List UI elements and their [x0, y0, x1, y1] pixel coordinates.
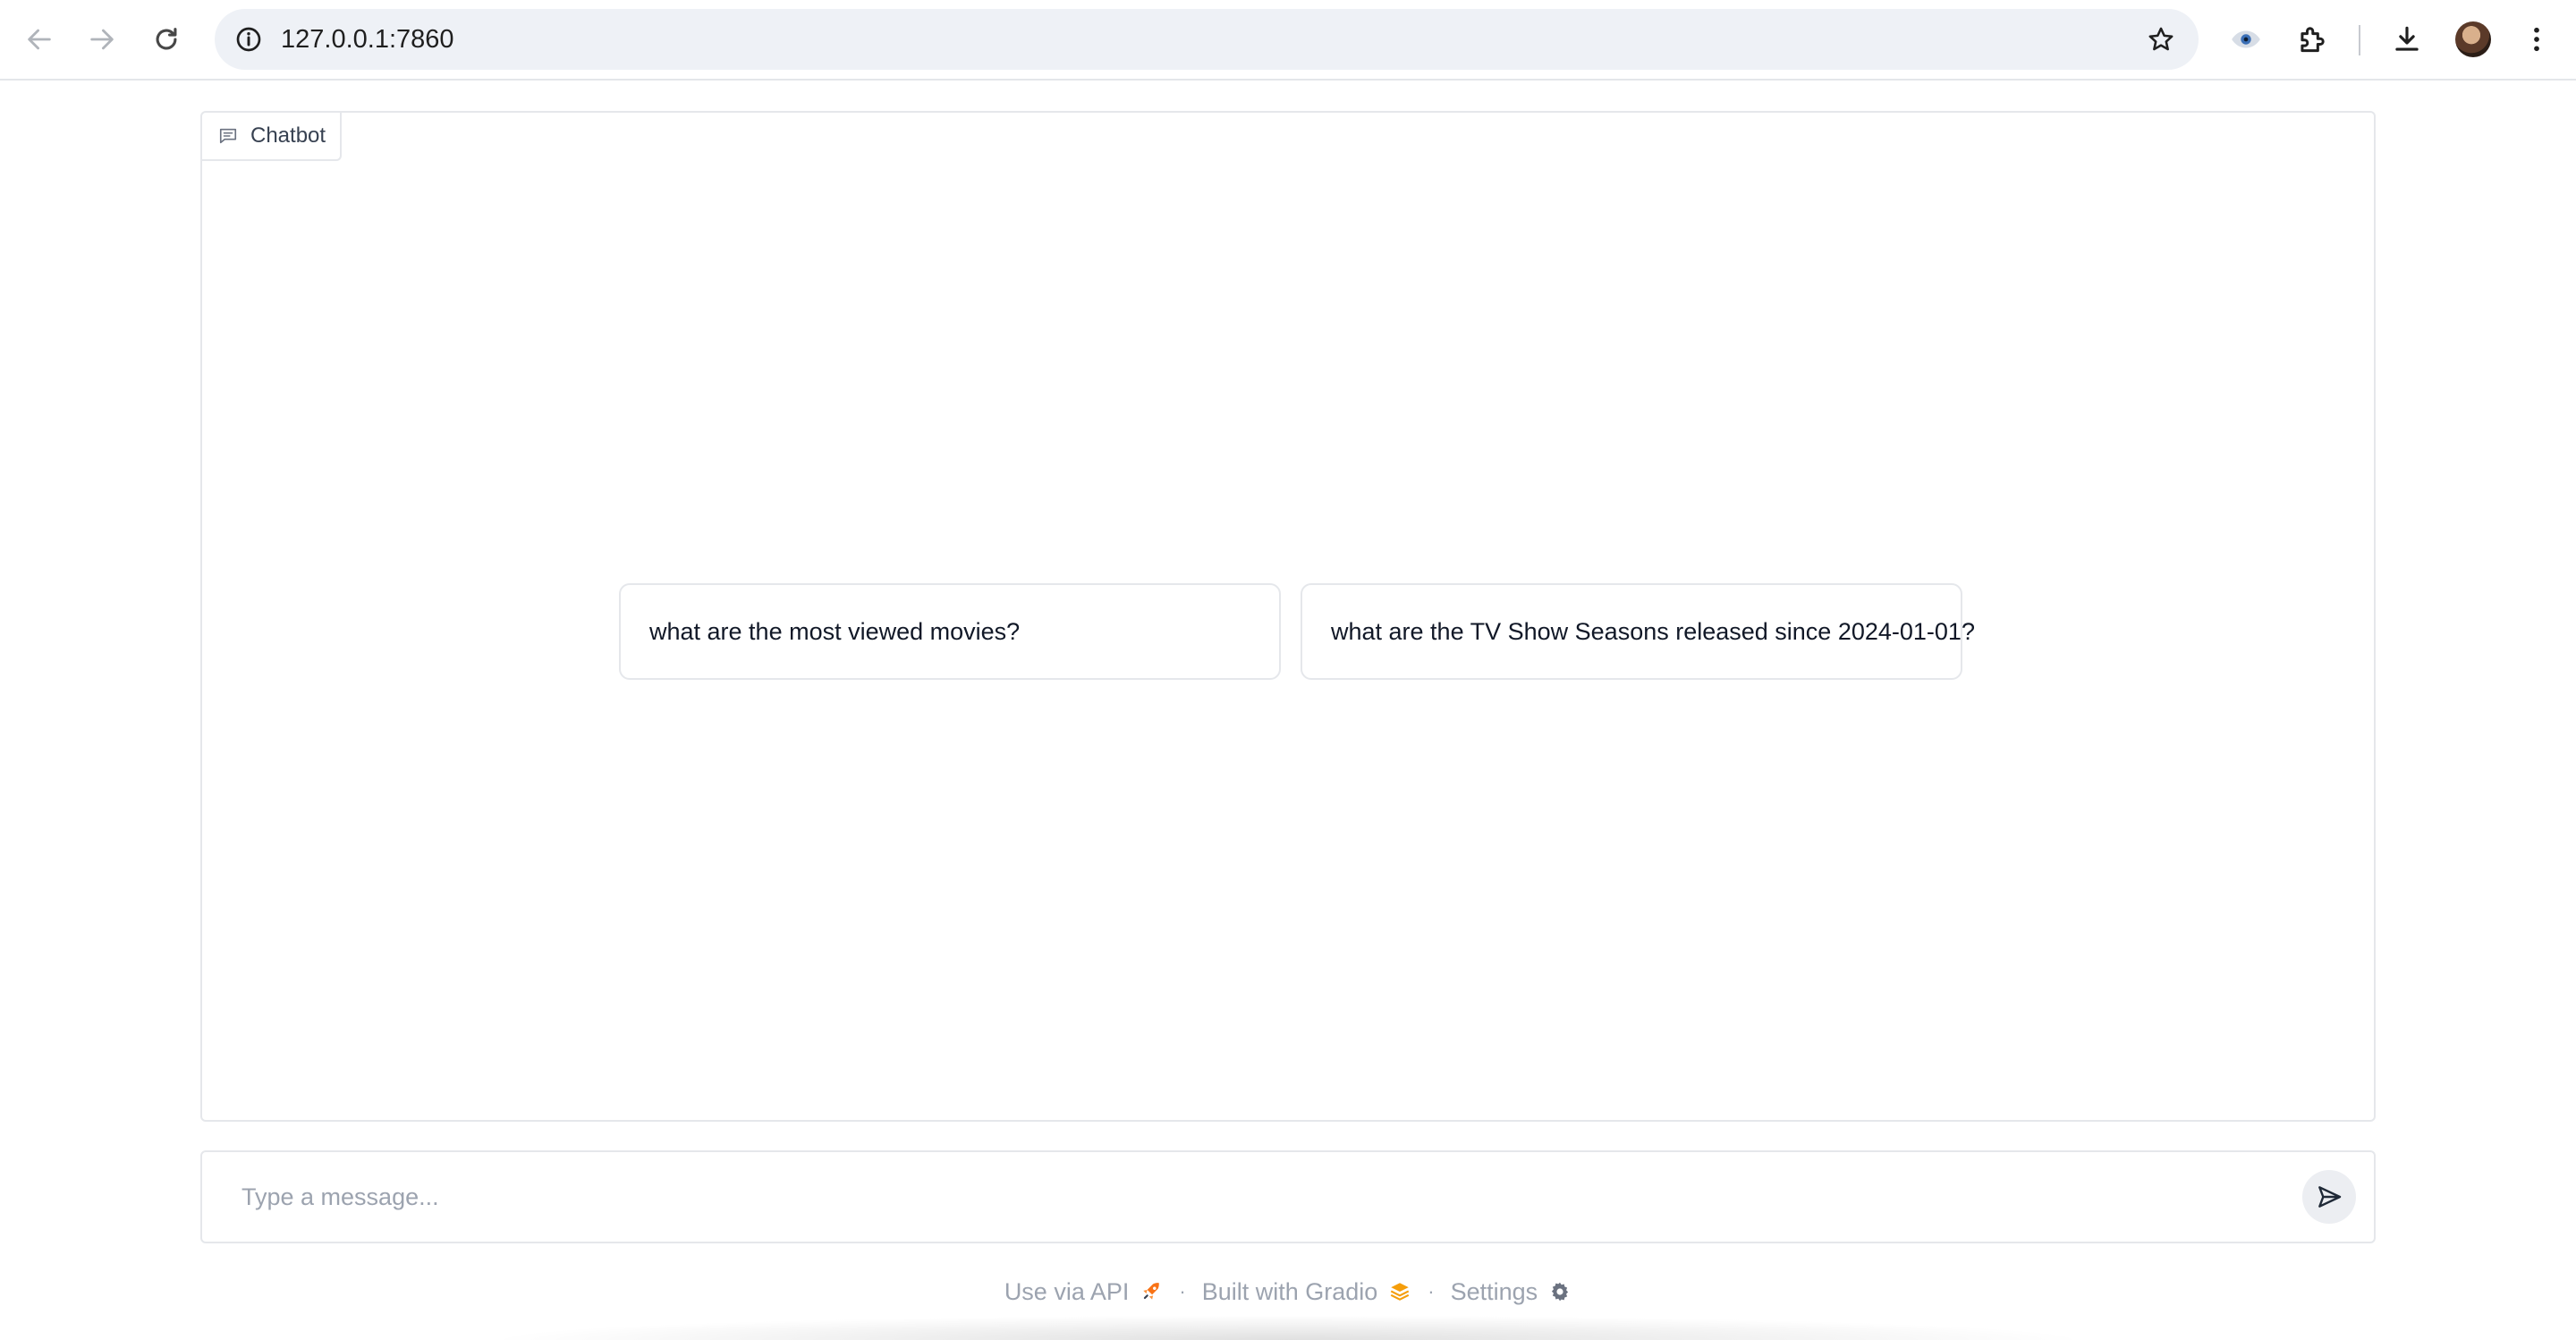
- gear-icon: [1552, 1282, 1569, 1302]
- star-icon: [2148, 27, 2174, 51]
- gradio-logo-icon: [1391, 1283, 1410, 1301]
- chatbot-panel: Chatbot what are the most viewed movies?…: [200, 111, 2376, 1122]
- send-icon: [2318, 1186, 2342, 1208]
- chatbot-label: Chatbot: [202, 113, 343, 161]
- bookmark-button[interactable]: [2141, 20, 2181, 59]
- gradio-footer: Use via API · Built with Gradio · Settin…: [0, 1270, 2576, 1313]
- puzzle-icon: [2301, 27, 2325, 53]
- use-via-api-link[interactable]: Use via API: [1004, 1278, 1164, 1306]
- download-icon: [2395, 26, 2419, 51]
- footer-separator: ·: [1428, 1280, 1435, 1302]
- chat-bubble-icon: [219, 128, 237, 144]
- toolbar-divider: [2359, 25, 2360, 55]
- profile-avatar[interactable]: [2455, 21, 2491, 57]
- send-button[interactable]: [2302, 1170, 2356, 1224]
- url-text[interactable]: 127.0.0.1:7860: [281, 9, 454, 70]
- site-info-button[interactable]: [229, 20, 268, 59]
- reload-button[interactable]: [143, 16, 190, 63]
- built-with-gradio-link[interactable]: Built with Gradio: [1202, 1278, 1412, 1306]
- browser-menu-button[interactable]: [2513, 16, 2560, 63]
- settings-label: Settings: [1450, 1277, 1538, 1305]
- extensions-button[interactable]: [2289, 16, 2335, 63]
- back-button[interactable]: [16, 16, 63, 63]
- example-prompt-button[interactable]: what are the most viewed movies?: [619, 583, 1281, 680]
- info-icon: [236, 27, 261, 52]
- settings-link[interactable]: Settings: [1451, 1278, 1572, 1306]
- example-prompt-button[interactable]: what are the TV Show Seasons released si…: [1301, 583, 1975, 680]
- browser-toolbar: 127.0.0.1:7860: [0, 0, 2576, 81]
- message-input[interactable]: [242, 1170, 2281, 1224]
- rocket-icon: [1143, 1283, 1160, 1300]
- more-vertical-icon: [2534, 27, 2539, 52]
- message-composer: [200, 1150, 2376, 1243]
- forward-button[interactable]: [79, 16, 125, 63]
- reload-icon: [156, 28, 177, 50]
- use-via-api-label: Use via API: [1004, 1277, 1130, 1305]
- address-bar[interactable]: 127.0.0.1:7860: [215, 9, 2199, 70]
- built-with-gradio-label: Built with Gradio: [1201, 1277, 1378, 1305]
- eye-icon: [2232, 30, 2260, 48]
- window-bottom-shadow: [483, 1315, 2093, 1340]
- arrow-right-icon: [90, 29, 114, 50]
- downloads-button[interactable]: [2384, 16, 2430, 63]
- arrow-left-icon: [28, 29, 51, 50]
- footer-separator: ·: [1179, 1280, 1186, 1302]
- example-prompts: what are the most viewed movies? what ar…: [619, 583, 1975, 680]
- extension-eye-button[interactable]: [2223, 16, 2269, 63]
- chatbot-label-text: Chatbot: [250, 123, 326, 148]
